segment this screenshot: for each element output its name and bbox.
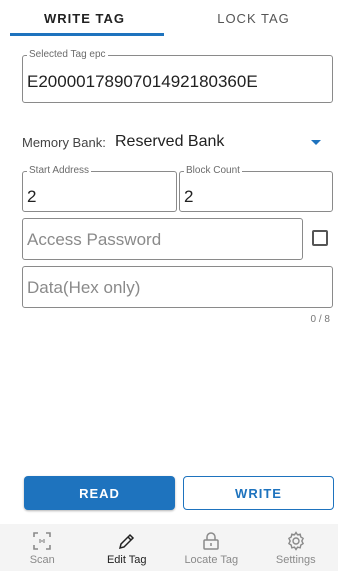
data-hex-field[interactable]: Data(Hex only): [22, 266, 333, 308]
tab-write-tag[interactable]: WRITE TAG: [0, 0, 169, 36]
data-hex-placeholder: Data(Hex only): [27, 278, 141, 297]
access-password-field[interactable]: Access Password: [22, 218, 303, 260]
read-button[interactable]: READ: [24, 476, 175, 510]
nav-item-locate-tag[interactable]: Locate Tag: [169, 524, 254, 571]
epc-field[interactable]: Selected Tag epc E2000017890701492180360…: [22, 49, 333, 103]
block-count-field[interactable]: Block Count 2: [179, 165, 333, 212]
tab-write-tag-label: WRITE TAG: [44, 10, 125, 26]
pencil-icon: [116, 530, 138, 552]
scan-icon: [31, 530, 53, 552]
nav-item-settings[interactable]: Settings: [254, 524, 338, 571]
nav-label-edit-tag: Edit Tag: [106, 553, 147, 566]
tab-lock-tag[interactable]: LOCK TAG: [169, 0, 338, 36]
nav-item-edit-tag[interactable]: Edit Tag: [85, 524, 170, 571]
show-password-checkbox[interactable]: [312, 230, 328, 246]
read-button-label: READ: [79, 485, 120, 501]
start-address-value: 2: [27, 187, 37, 206]
epc-field-label: Selected Tag epc: [27, 49, 108, 61]
memory-bank-value: Reserved Bank: [115, 133, 225, 150]
gear-icon: [285, 530, 307, 552]
tab-lock-tag-label: LOCK TAG: [217, 10, 290, 26]
block-count-value: 2: [184, 187, 194, 206]
tab-bar: WRITE TAG LOCK TAG: [0, 0, 338, 36]
write-button-label: WRITE: [235, 485, 282, 501]
epc-field-value: E2000017890701492180360E: [27, 72, 258, 91]
start-address-label: Start Address: [27, 165, 92, 177]
nav-label-scan: Scan: [29, 553, 55, 566]
memory-bank-label: Memory Bank:: [22, 135, 106, 150]
active-tab-indicator: [10, 33, 164, 36]
nav-item-scan[interactable]: Scan: [0, 524, 85, 571]
nav-label-locate-tag: Locate Tag: [184, 553, 239, 566]
data-character-counter: 0 / 8: [310, 314, 330, 325]
lock-icon: [200, 530, 222, 552]
nav-label-settings: Settings: [275, 553, 316, 566]
memory-bank-select[interactable]: Memory Bank: Reserved Bank: [22, 133, 333, 153]
access-password-placeholder: Access Password: [27, 230, 162, 249]
write-button[interactable]: WRITE: [183, 476, 334, 510]
dropdown-arrow-icon[interactable]: [311, 140, 321, 145]
bottom-navigation: Scan Edit Tag Locate Tag Settings: [0, 524, 338, 571]
start-address-field[interactable]: Start Address 2: [22, 165, 177, 212]
block-count-label: Block Count: [184, 165, 242, 177]
